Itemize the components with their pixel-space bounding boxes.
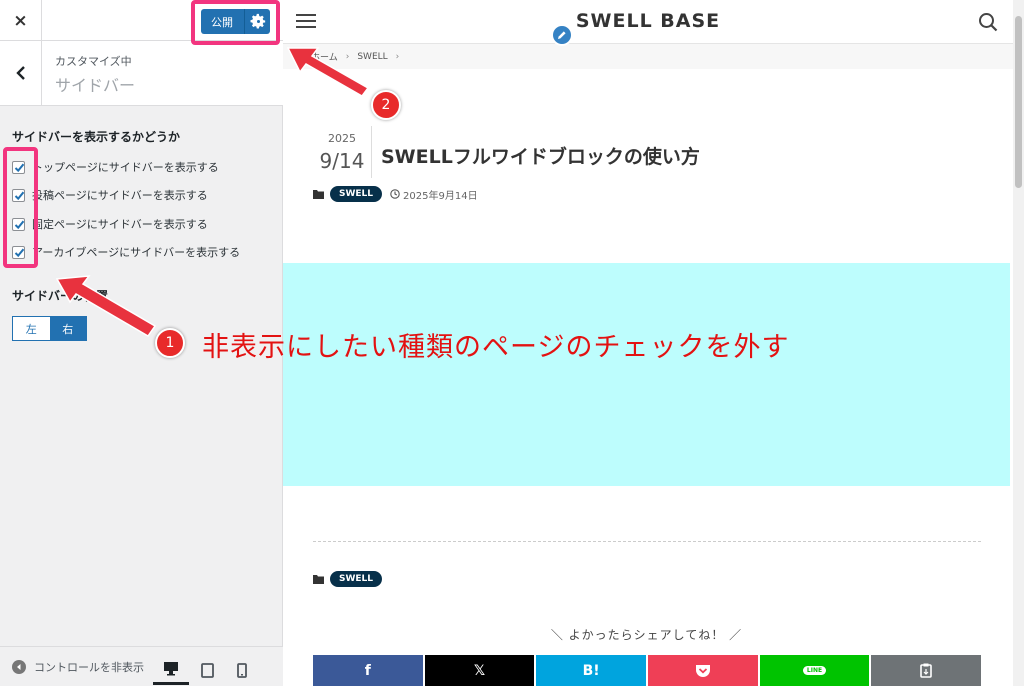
search-icon[interactable] (978, 12, 998, 36)
position-left-button[interactable]: 左 (13, 317, 50, 340)
hide-controls-label: コントロールを非表示 (34, 661, 144, 674)
checkbox-label: アーカイブページにサイドバーを表示する (32, 246, 241, 259)
scrollbar-thumb[interactable] (1015, 16, 1022, 188)
mobile-icon (237, 662, 247, 678)
site-header: SWELL BASE (283, 0, 1013, 44)
line-share-button[interactable]: LINE (759, 655, 870, 686)
step-2-badge: 2 (371, 90, 401, 120)
checkbox-top-page[interactable]: トップページにサイドバーを表示する (12, 159, 219, 175)
copy-icon (920, 663, 932, 678)
sidebar-position-toggle: 左 右 (12, 316, 87, 341)
x-share-button[interactable]: 𝕏 (424, 655, 535, 686)
scrollbar[interactable] (1013, 0, 1024, 686)
collapse-icon (12, 660, 26, 674)
chevron-left-icon (15, 66, 25, 80)
back-button[interactable] (0, 41, 42, 105)
hide-controls-button[interactable]: コントロールを非表示 (12, 659, 149, 675)
mobile-preview-button[interactable] (224, 655, 260, 685)
facebook-share-button[interactable]: f (313, 655, 423, 686)
checkbox-label: 固定ページにサイドバーを表示する (32, 218, 208, 231)
section-title: サイドバー (55, 76, 136, 95)
clock-icon (390, 189, 400, 199)
checkbox-post-page[interactable]: 投稿ページにサイドバーを表示する (12, 187, 208, 203)
publish-highlight (191, 0, 280, 45)
post-meta: SWELL 2025年9月14日 (313, 186, 478, 202)
pocket-icon (695, 664, 710, 677)
checkbox-archive-page[interactable]: アーカイブページにサイドバーを表示する (12, 244, 240, 260)
desktop-icon (164, 662, 178, 676)
category-tag[interactable]: SWELL (330, 186, 383, 202)
post-footer-meta: SWELL (313, 571, 383, 587)
step-1-badge: 1 (155, 328, 185, 358)
post-month-day: 9/14 (319, 149, 365, 173)
post-date-box: 2025 9/14 (313, 132, 371, 173)
publish-date: 2025年9月14日 (390, 187, 478, 202)
folder-icon (313, 190, 324, 199)
date-divider (371, 126, 372, 178)
x-icon: 𝕏 (473, 662, 486, 679)
folder-icon (313, 575, 324, 584)
post-title: SWELLフルワイドブロックの使い方 (381, 146, 700, 168)
sidebar-display-title: サイドバーを表示するかどうか (12, 130, 181, 144)
breadcrumb-home[interactable]: ホーム (311, 50, 338, 63)
breadcrumb-swell[interactable]: SWELL (357, 52, 387, 62)
category-tag[interactable]: SWELL (330, 571, 383, 587)
fullwide-block (283, 263, 1010, 486)
breadcrumb: ホーム › SWELL › (283, 44, 1013, 69)
tablet-icon (200, 662, 214, 678)
facebook-icon: f (364, 662, 371, 679)
publish-date-text: 2025年9月14日 (403, 190, 478, 202)
chevron-right-icon: › (395, 51, 400, 62)
customizing-label: カスタマイズ中 (55, 55, 132, 68)
section-header: カスタマイズ中 サイドバー (0, 41, 283, 106)
site-title[interactable]: SWELL BASE (283, 10, 1013, 32)
pocket-share-button[interactable] (648, 655, 758, 686)
line-icon: LINE (802, 666, 827, 675)
hatena-share-button[interactable]: B! (536, 655, 647, 686)
share-buttons: f 𝕏 B! LINE (313, 655, 982, 686)
instruction-note: 非表示にしたい種類のページのチェックを外す (202, 332, 790, 363)
panel-footer: コントロールを非表示 (0, 646, 283, 686)
checkbox-label: トップページにサイドバーを表示する (32, 161, 219, 174)
checkbox-fixed-page[interactable]: 固定ページにサイドバーを表示する (12, 216, 208, 232)
chevron-right-icon: › (345, 51, 350, 62)
share-title: ＼ よかったらシェアしてね！ ／ (550, 628, 743, 642)
post-year: 2025 (328, 132, 356, 145)
tablet-preview-button[interactable] (189, 655, 225, 685)
edit-pencil-icon[interactable] (551, 24, 573, 46)
divider (313, 541, 981, 542)
hatena-icon: B! (582, 662, 600, 679)
close-button[interactable]: × (0, 0, 42, 41)
customizer-screen: × 公開 カスタマイズ中 サイドバー サイドバーを表示するかどうか トップページ… (0, 0, 1024, 686)
desktop-preview-button[interactable] (153, 655, 189, 685)
sidebar-position-title: サイドバーの位置 (12, 289, 109, 303)
position-right-button[interactable]: 右 (49, 317, 86, 340)
checkbox-highlight (3, 147, 38, 268)
checkbox-label: 投稿ページにサイドバーを表示する (32, 189, 208, 202)
copy-share-button[interactable] (871, 655, 982, 686)
